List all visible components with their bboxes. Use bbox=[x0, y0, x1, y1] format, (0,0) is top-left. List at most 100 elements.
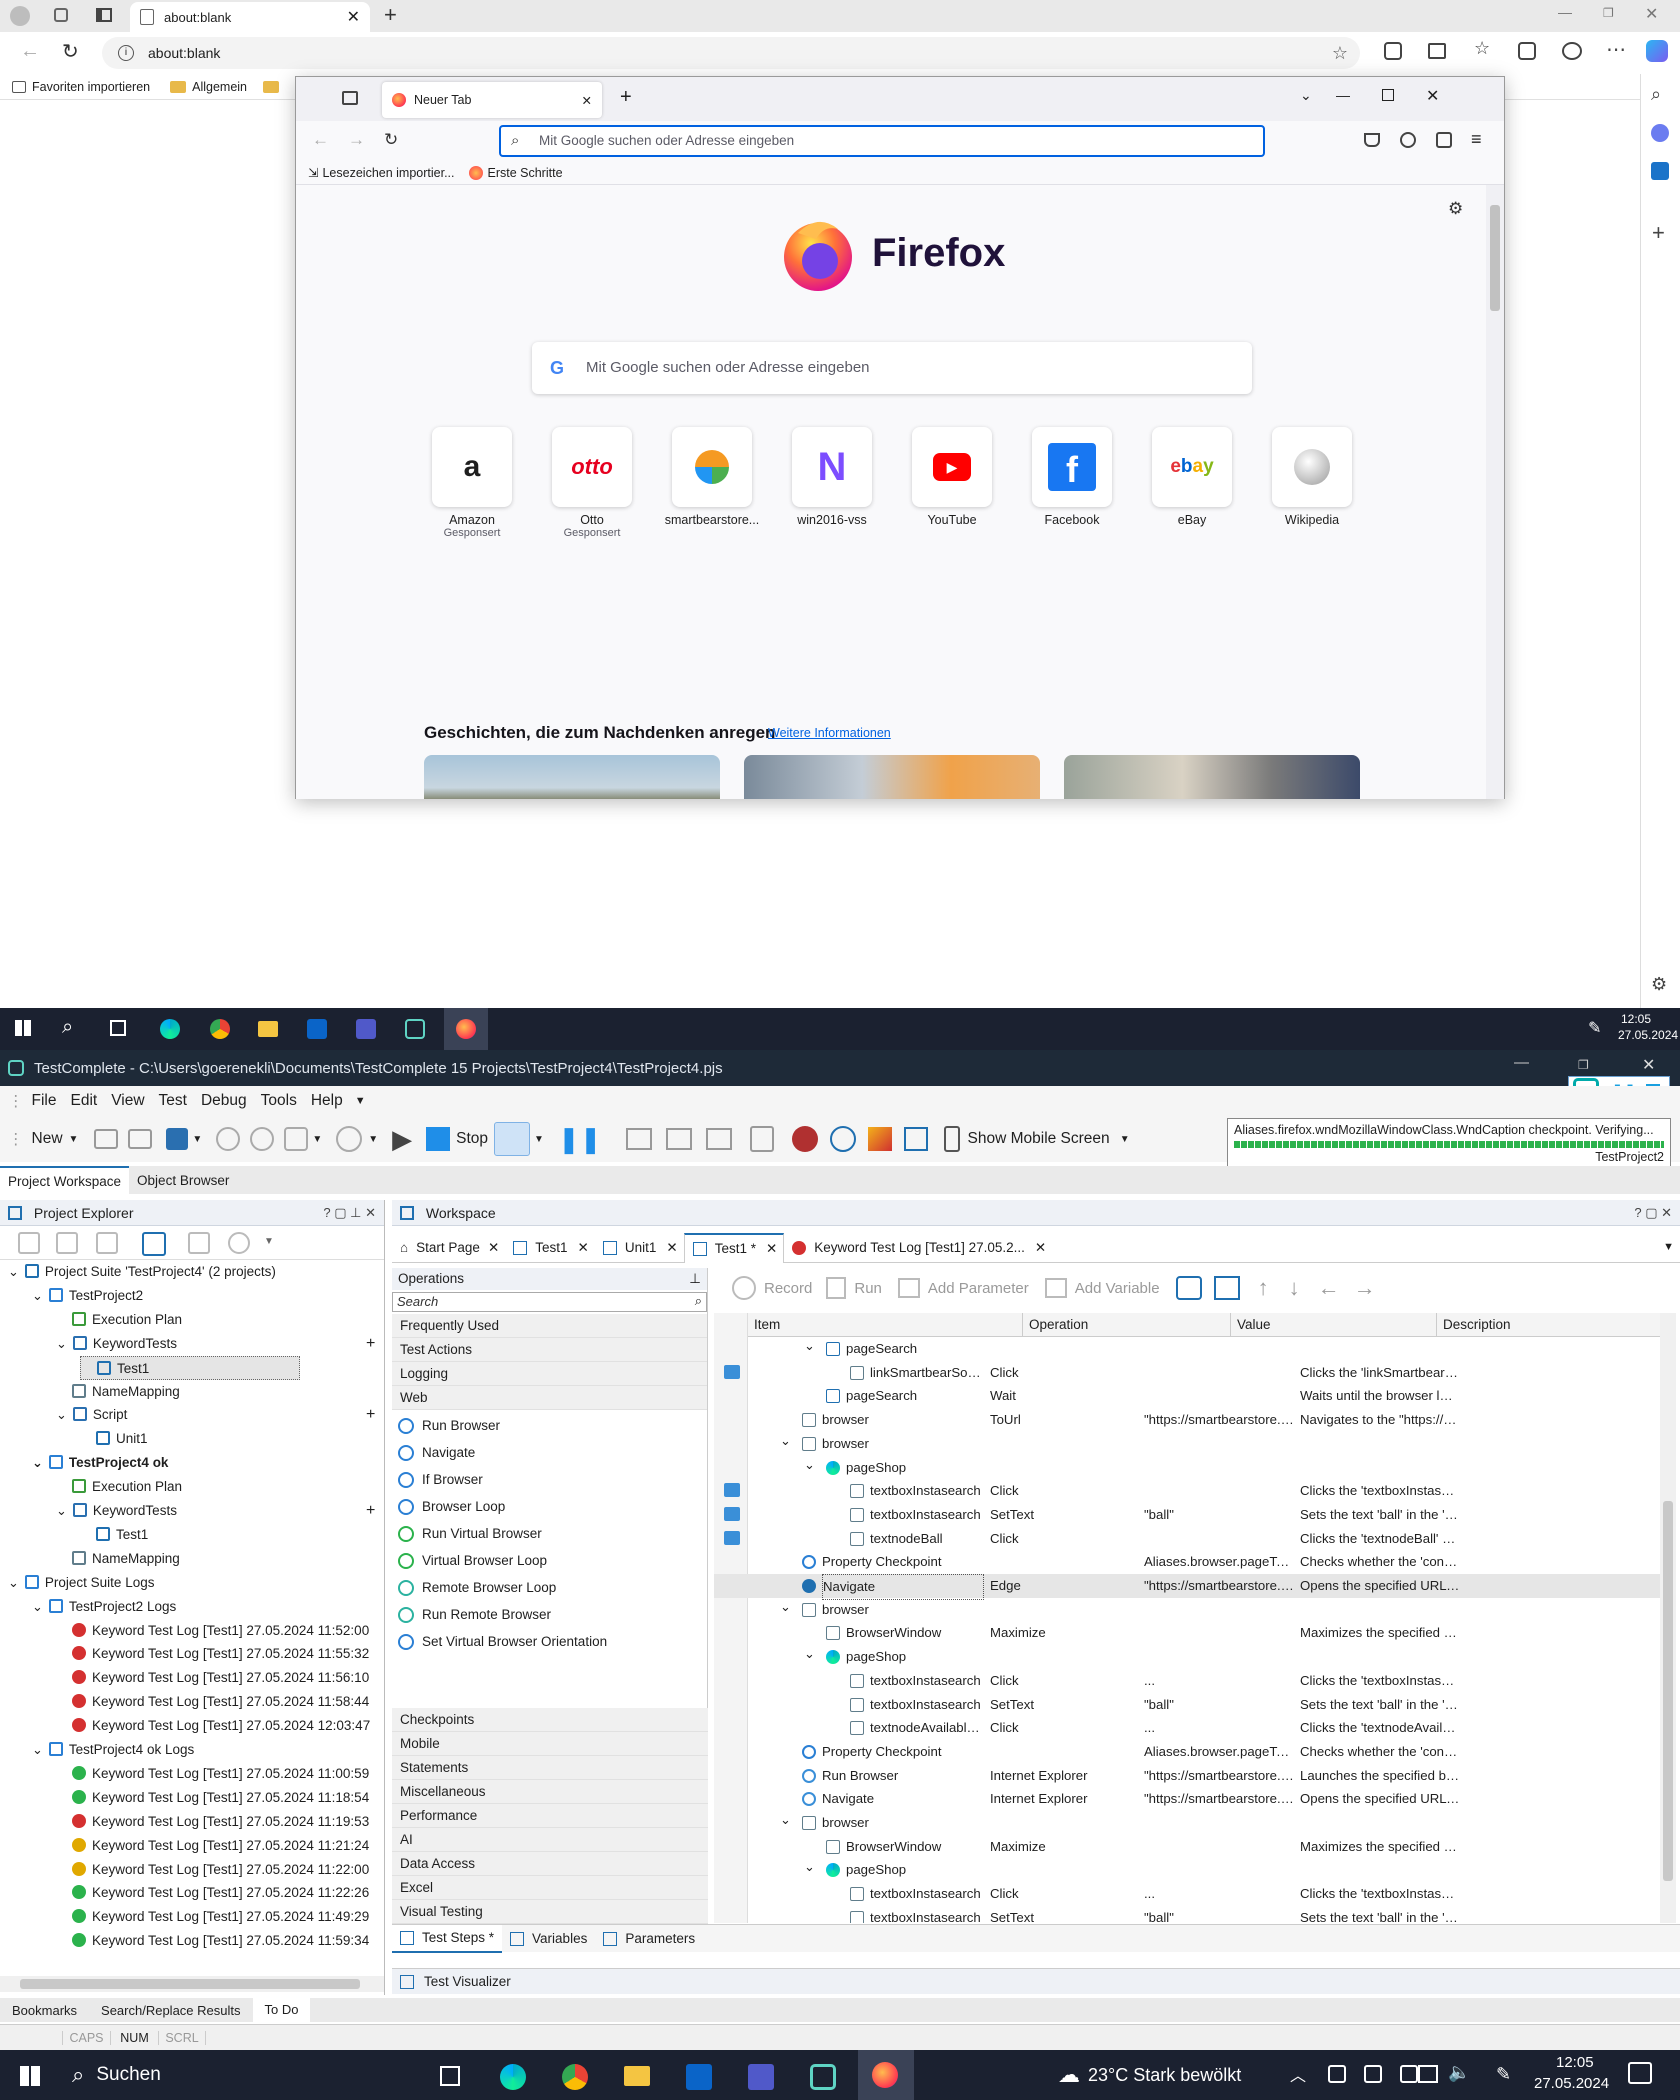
tree-log-entry[interactable]: Keyword Test Log [Test1] 27.05.2024 11:4… bbox=[56, 1905, 369, 1929]
chevron-down-icon[interactable]: ▼ bbox=[1120, 1134, 1130, 1145]
ops-category[interactable]: AI bbox=[392, 1828, 708, 1852]
search-icon[interactable]: ⌕ bbox=[1651, 84, 1661, 105]
clock-time[interactable]: 12:05 bbox=[1621, 1012, 1651, 1026]
tree-log-entry[interactable]: Keyword Test Log [Test1] 27.05.2024 11:1… bbox=[56, 1810, 369, 1834]
chevron-down-icon[interactable]: ⌄ bbox=[32, 1288, 43, 1303]
tree-keyword-tests[interactable]: ⌄ KeywordTests bbox=[56, 1332, 177, 1356]
scrollbar-thumb[interactable] bbox=[1490, 205, 1500, 311]
pause-icon[interactable]: ❚❚ bbox=[558, 1124, 602, 1155]
tab-object-browser[interactable]: Object Browser bbox=[129, 1173, 237, 1188]
chevron-down-icon[interactable]: ⌄ bbox=[8, 1575, 19, 1590]
chrome-icon[interactable] bbox=[210, 1019, 230, 1039]
list-tabs-icon[interactable]: ⌄ bbox=[1300, 87, 1312, 104]
save-icon[interactable] bbox=[166, 1128, 189, 1150]
report-icon[interactable] bbox=[867, 1127, 892, 1151]
close-window-icon[interactable]: ✕ bbox=[1642, 1055, 1655, 1075]
chevron-down-icon[interactable]: ▼ bbox=[69, 1134, 79, 1145]
story-card-image[interactable] bbox=[1064, 755, 1360, 799]
chevron-down-icon[interactable]: ⌄ bbox=[32, 1455, 43, 1470]
shortcut-tile-smartbear[interactable]: smartbearstore... bbox=[662, 427, 762, 527]
menu-edit[interactable]: Edit bbox=[70, 1092, 97, 1110]
chevron-down-icon[interactable]: ⌄ bbox=[32, 1599, 43, 1614]
test-step-row[interactable]: Navigate Internet Explorer "https://smartb… bbox=[714, 1787, 1660, 1811]
tree-log-entry[interactable]: Keyword Test Log [Test1] 27.05.2024 11:5… bbox=[56, 1619, 369, 1643]
new-tab-icon[interactable]: + bbox=[384, 2, 397, 28]
tree-unit[interactable]: Unit1 bbox=[80, 1427, 148, 1451]
close-project-icon[interactable] bbox=[128, 1129, 153, 1149]
split-screen-icon[interactable] bbox=[1428, 43, 1446, 59]
reload-icon[interactable]: ↻ bbox=[384, 130, 398, 150]
settings-gear-icon[interactable]: ⚙ bbox=[1448, 199, 1463, 219]
screenshot-icon[interactable] bbox=[724, 1506, 740, 1521]
move-up-icon[interactable]: ↑ bbox=[1258, 1275, 1269, 1301]
chevron-down-icon[interactable]: ▼ bbox=[534, 1134, 544, 1145]
test-step-row[interactable]: linkSmartbearSoftware Click Clicks the 'li… bbox=[714, 1361, 1660, 1385]
task-view-icon[interactable] bbox=[110, 1020, 126, 1036]
minimize-icon[interactable]: — bbox=[1336, 87, 1350, 103]
new-button[interactable]: New bbox=[32, 1130, 63, 1148]
close-window-icon[interactable]: ✕ bbox=[1645, 4, 1658, 24]
column-item[interactable]: Item bbox=[754, 1313, 780, 1337]
tree-test[interactable]: Test1 bbox=[80, 1355, 301, 1380]
view-icon[interactable] bbox=[142, 1232, 166, 1256]
find-icon[interactable] bbox=[829, 1126, 856, 1152]
favorites-item[interactable]: Favoriten importieren bbox=[32, 80, 150, 94]
shortcut-tile-youtube[interactable]: ▶ YouTube bbox=[902, 427, 1002, 527]
remove-item-icon[interactable] bbox=[96, 1232, 118, 1254]
tree-name-mapping[interactable]: NameMapping bbox=[56, 1547, 180, 1571]
bookmark-import[interactable]: Lesezeichen importier... bbox=[322, 166, 454, 180]
firefox-url-bar[interactable]: ⌕ Mit Google suchen oder Adresse eingebe… bbox=[499, 125, 1265, 157]
chevron-down-icon[interactable]: ▼ bbox=[192, 1134, 202, 1145]
mobile-icon[interactable] bbox=[943, 1126, 960, 1152]
tree-log-entry[interactable]: Keyword Test Log [Test1] 27.05.2024 11:1… bbox=[56, 1786, 369, 1810]
more-icon[interactable]: ⋯ bbox=[1606, 37, 1626, 62]
tree-test[interactable]: Test1 bbox=[80, 1523, 148, 1547]
scrollbar-thumb[interactable] bbox=[1663, 1501, 1673, 1881]
test-step-row[interactable]: textboxInstasearch SetText "ball" Sets the … bbox=[714, 1503, 1660, 1527]
test-step-row[interactable]: Property Checkpoint Aliases.browser.pageT… bbox=[714, 1740, 1660, 1764]
panel-controls-icon[interactable]: ? ▢ ✕ bbox=[1634, 1200, 1672, 1226]
stop-icon[interactable] bbox=[426, 1127, 451, 1151]
add-new-item-icon[interactable] bbox=[18, 1232, 40, 1254]
close-tab-icon[interactable]: ✕ bbox=[582, 93, 592, 108]
ops-item[interactable]: Run Remote Browser bbox=[392, 1601, 707, 1628]
close-window-icon[interactable]: ✕ bbox=[1426, 86, 1439, 106]
favorite-star-icon[interactable]: ☆ bbox=[1332, 37, 1348, 69]
ops-item[interactable]: Navigate bbox=[392, 1439, 707, 1466]
shortcut-tile-facebook[interactable]: f Facebook bbox=[1022, 427, 1122, 527]
tab-test1[interactable]: Test1 ✕ bbox=[505, 1233, 595, 1263]
add-parameter-button[interactable]: Add Parameter bbox=[928, 1280, 1029, 1297]
tab-todo[interactable]: To Do bbox=[252, 1998, 311, 2022]
info-icon[interactable]: i bbox=[118, 45, 134, 61]
ops-item[interactable]: Browser Loop bbox=[392, 1493, 707, 1520]
security-icon[interactable] bbox=[1364, 2065, 1382, 2083]
shortcut-tile-ebay[interactable]: ebay eBay bbox=[1142, 427, 1242, 527]
chevron-down-icon[interactable]: ⌄ bbox=[804, 1337, 815, 1358]
pen-icon[interactable]: ✎ bbox=[1496, 2064, 1511, 2085]
test-step-row[interactable]: browser ToUrl "https://smartbearstore.smar… bbox=[714, 1408, 1660, 1432]
tab-start-page[interactable]: ⌂ Start Page ✕ bbox=[392, 1233, 505, 1263]
calculator-icon[interactable] bbox=[749, 1126, 774, 1152]
tree-execution-plan[interactable]: Execution Plan bbox=[56, 1475, 182, 1499]
pocket-icon[interactable] bbox=[1364, 133, 1380, 147]
folder-icon[interactable] bbox=[263, 80, 279, 93]
chevron-down-icon[interactable]: ⌄ bbox=[56, 1407, 67, 1422]
remove-item-icon[interactable] bbox=[250, 1127, 275, 1151]
add-child-icon[interactable]: + bbox=[366, 1499, 375, 1523]
chevron-down-icon[interactable]: ⌄ bbox=[56, 1503, 67, 1518]
tree-keyword-tests[interactable]: ⌄ KeywordTests bbox=[56, 1499, 177, 1523]
back-icon[interactable]: ← bbox=[312, 130, 329, 150]
screenshot-icon[interactable] bbox=[724, 1483, 740, 1498]
outlook-icon[interactable] bbox=[686, 2064, 712, 2090]
settings-gear-icon[interactable]: ⚙ bbox=[1651, 974, 1667, 995]
close-tab-icon[interactable]: ✕ bbox=[488, 1240, 499, 1256]
story-card-image[interactable] bbox=[744, 755, 1040, 799]
test-step-row[interactable]: textnodeBall Click Clicks the 'textnodeBal… bbox=[714, 1527, 1660, 1551]
comment-icon[interactable] bbox=[1175, 1276, 1202, 1300]
add-variable-button[interactable]: Add Variable bbox=[1075, 1280, 1160, 1297]
test-step-row[interactable]: ⌄ browser bbox=[714, 1811, 1660, 1835]
firefox-tab-active[interactable]: Neuer Tab ✕ bbox=[382, 82, 602, 118]
testcomplete-icon[interactable] bbox=[405, 1019, 425, 1039]
shortcut-tile-win2016[interactable]: N win2016-vss bbox=[782, 427, 882, 527]
extensions-icon[interactable] bbox=[1436, 132, 1452, 148]
